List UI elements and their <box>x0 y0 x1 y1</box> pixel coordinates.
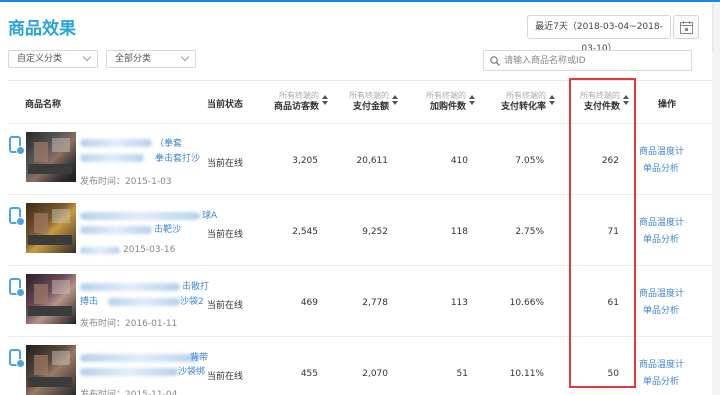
blurred-title <box>80 283 180 291</box>
calendar-button[interactable] <box>673 15 699 39</box>
col-amount[interactable]: 所有终端的 支付金额 <box>338 90 398 114</box>
visitors-cell: 2,545 <box>292 227 318 237</box>
col-visitors[interactable]: 所有终端的 商品访客数 <box>268 90 328 114</box>
product-thermometer-link[interactable]: 商品温度计 <box>639 357 684 370</box>
mobile-icon <box>9 349 25 368</box>
product-title-fragment[interactable]: 击散打 <box>182 279 209 292</box>
blurred-title <box>80 354 200 362</box>
conversion-cell: 10.11% <box>509 369 544 379</box>
search-icon <box>490 56 500 66</box>
sort-icon[interactable] <box>469 95 475 107</box>
blurred-title <box>80 226 152 234</box>
col-cart-sub: 所有终端的 <box>426 91 466 100</box>
visitors-cell: 3,205 <box>292 156 318 166</box>
chevron-down-icon <box>180 52 190 62</box>
product-title-fragment[interactable]: （拳套 <box>155 136 182 149</box>
blurred-title <box>80 368 178 376</box>
check-icon <box>16 359 25 368</box>
custom-category-label: 自定义分类 <box>17 54 63 64</box>
check-icon <box>16 288 25 297</box>
item-analysis-link[interactable]: 单品分析 <box>643 374 679 387</box>
status-cell: 当前在线 <box>207 230 244 240</box>
conversion-cell: 7.05% <box>515 156 544 166</box>
blurred-title <box>80 139 152 147</box>
custom-category-select[interactable]: 自定义分类 <box>8 50 98 68</box>
col-cart[interactable]: 所有终端的 加购件数 <box>418 90 475 114</box>
publish-time: 发布时间：2015-11-04 <box>80 390 178 395</box>
col-conversion[interactable]: 所有终端的 支付转化率 <box>495 90 555 114</box>
page-title: 商品效果 <box>8 19 76 39</box>
item-analysis-link[interactable]: 单品分析 <box>643 161 679 174</box>
calendar-icon <box>680 21 693 34</box>
blurred-title <box>80 154 144 162</box>
blurred-title <box>80 212 200 220</box>
sort-icon[interactable] <box>392 95 398 107</box>
col-visitors-sub: 所有终端的 <box>279 91 319 100</box>
publish-time: 发布时间：2016-01-11 <box>80 319 178 329</box>
product-title-fragment[interactable]: 搏击 <box>80 294 98 307</box>
paid-items-highlight-box <box>569 78 636 388</box>
product-title-fragment[interactable]: 拳击套打沙 <box>155 151 200 164</box>
product-thermometer-link[interactable]: 商品温度计 <box>639 286 684 299</box>
product-thumbnail[interactable] <box>26 274 76 324</box>
amount-cell: 2,778 <box>362 298 388 308</box>
item-analysis-link[interactable]: 单品分析 <box>643 232 679 245</box>
check-icon <box>16 217 25 226</box>
product-title-fragment[interactable]: 球A <box>202 208 217 221</box>
check-icon <box>16 146 25 155</box>
col-amount-sub: 所有终端的 <box>349 91 389 100</box>
item-analysis-link[interactable]: 单品分析 <box>643 303 679 316</box>
cart-cell: 113 <box>450 298 468 308</box>
col-status: 当前状态 <box>207 100 244 110</box>
product-thermometer-link[interactable]: 商品温度计 <box>639 215 684 228</box>
cart-cell: 51 <box>456 369 468 379</box>
mobile-icon <box>9 207 25 226</box>
all-category-label: 全部分类 <box>115 54 152 64</box>
sort-icon[interactable] <box>322 95 328 107</box>
product-title-fragment[interactable]: 击靶沙 <box>154 222 181 235</box>
col-actions: 操作 <box>658 100 677 110</box>
amount-cell: 9,252 <box>362 227 388 237</box>
conversion-cell: 10.66% <box>509 298 544 308</box>
product-title-fragment[interactable]: 沙袋2 <box>180 294 204 307</box>
cart-cell: 118 <box>450 227 468 237</box>
product-title-fragment[interactable]: 背带 <box>190 350 208 363</box>
visitors-cell: 455 <box>300 369 318 379</box>
amount-cell: 2,070 <box>362 369 388 379</box>
date-range-picker[interactable]: 最近7天（2018-03-04~2018-03-10） <box>527 15 671 54</box>
cart-cell: 410 <box>450 156 468 166</box>
amount-cell: 20,611 <box>356 156 389 166</box>
col-conversion-sub: 所有终端的 <box>506 91 546 100</box>
product-search[interactable] <box>483 50 692 71</box>
search-input[interactable] <box>504 53 684 68</box>
status-cell: 当前在线 <box>207 301 244 311</box>
sort-icon[interactable] <box>549 95 555 107</box>
product-thermometer-link[interactable]: 商品温度计 <box>639 144 684 157</box>
product-thumbnail[interactable] <box>26 203 76 253</box>
col-cart-main: 加购件数 <box>429 102 466 112</box>
mobile-icon <box>9 278 25 297</box>
blurred-publish <box>80 247 120 254</box>
visitors-cell: 469 <box>300 298 318 308</box>
product-thumbnail[interactable] <box>26 132 76 182</box>
col-visitors-main: 商品访客数 <box>273 102 319 112</box>
publish-time: 发布时间：2015-1-03 <box>80 177 172 187</box>
blurred-title <box>108 298 180 306</box>
product-thumbnail[interactable] <box>26 345 76 395</box>
all-category-select[interactable]: 全部分类 <box>106 50 196 68</box>
page-header: 商品效果 最近7天（2018-03-04~2018-03-10） <box>0 2 712 54</box>
status-cell: 当前在线 <box>207 159 244 169</box>
col-conversion-main: 支付转化率 <box>500 102 546 112</box>
publish-time: 2015-03-16 <box>123 245 176 255</box>
product-title-fragment[interactable]: 沙袋绑 <box>178 364 205 377</box>
mobile-icon <box>9 136 25 155</box>
col-amount-main: 支付金额 <box>352 102 389 112</box>
conversion-cell: 2.75% <box>515 227 544 237</box>
col-product-name: 商品名称 <box>25 100 62 110</box>
status-cell: 当前在线 <box>207 372 244 382</box>
chevron-down-icon <box>82 52 92 62</box>
